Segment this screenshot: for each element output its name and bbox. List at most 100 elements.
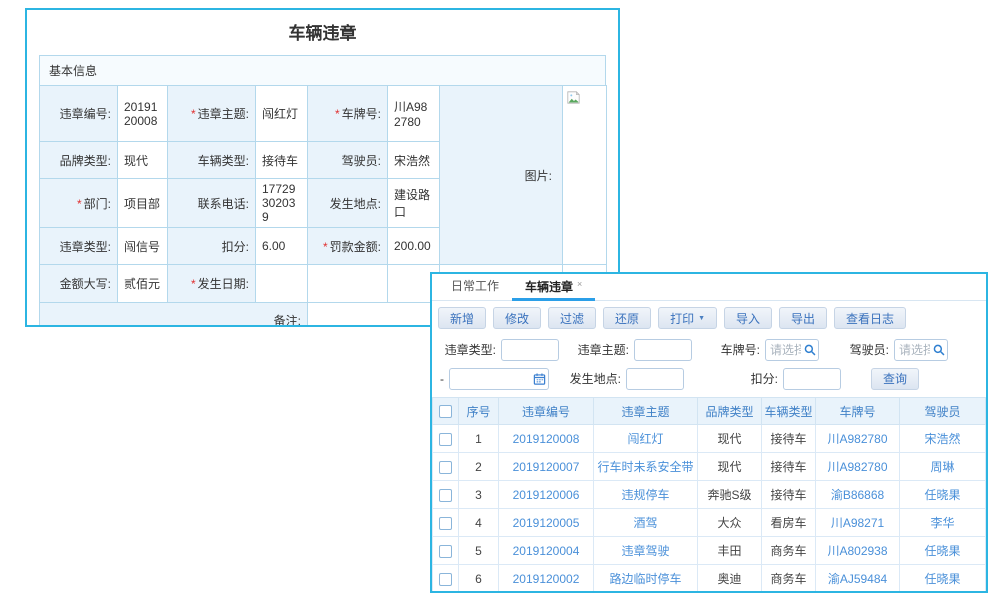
filter-label: 违章主题: — [573, 341, 629, 358]
field-value-text: 接待车 — [262, 154, 298, 168]
row-checkbox[interactable] — [439, 517, 452, 530]
field-value-text: 建设路口 — [394, 188, 430, 219]
search-icon[interactable] — [804, 344, 816, 356]
required-asterisk: * — [191, 277, 196, 291]
cell-subject[interactable]: 酒驾 — [594, 509, 698, 537]
add-button[interactable]: 新增 — [438, 307, 486, 329]
cell-driver[interactable]: 李华 — [900, 509, 986, 537]
filter-row-2: -发生地点:扣分:查询 — [436, 364, 982, 393]
cell-plate[interactable]: 渝AJ59484 — [816, 565, 900, 593]
cell-plate[interactable]: 川A98271 — [816, 509, 900, 537]
cell-vtype: 商务车 — [762, 537, 816, 565]
cell-vtype: 商务车 — [762, 565, 816, 593]
row-checkbox-cell — [433, 481, 459, 509]
header-checkbox-cell — [433, 398, 459, 425]
cell-driver[interactable]: 任晓果 — [900, 481, 986, 509]
import-button[interactable]: 导入 — [724, 307, 772, 329]
input-wrapper — [626, 368, 684, 390]
cell-brand: 大众 — [698, 509, 762, 537]
cell-code[interactable]: 2019120006 — [499, 481, 594, 509]
field-value: 接待车 — [256, 142, 308, 179]
filter-label: 车牌号: — [716, 341, 760, 358]
button-label: 查询 — [883, 370, 907, 387]
cell-subject[interactable]: 闯红灯 — [594, 425, 698, 453]
cell-plate[interactable]: 川A982780 — [816, 425, 900, 453]
row-checkbox[interactable] — [439, 433, 452, 446]
cell-no: 4 — [459, 509, 499, 537]
export-button[interactable]: 导出 — [779, 307, 827, 329]
filter-label: 违章类型: — [440, 341, 496, 358]
filter-row-1: 违章类型:违章主题:车牌号:驾驶员: — [436, 335, 982, 364]
cell-plate[interactable]: 川A982780 — [816, 453, 900, 481]
row-checkbox[interactable] — [439, 545, 452, 558]
row-checkbox[interactable] — [439, 461, 452, 474]
field-label-text: 联系电话: — [198, 197, 249, 211]
cell-subject[interactable]: 违规停车 — [594, 481, 698, 509]
cell-driver[interactable]: 任晓果 — [900, 565, 986, 593]
form-title: 车辆违章 — [27, 10, 618, 55]
table-row: 32019120006违规停车奔驰S级接待车渝B86868任晓果 — [433, 481, 986, 509]
cell-plate[interactable]: 渝B86868 — [816, 481, 900, 509]
select-all-checkbox[interactable] — [439, 405, 452, 418]
row-checkbox[interactable] — [439, 573, 452, 586]
field-label-text: 违章主题: — [198, 107, 249, 121]
column-header: 违章主题 — [594, 398, 698, 425]
tab-close-icon[interactable]: × — [577, 279, 582, 289]
filter-item: 违章主题: — [573, 339, 692, 361]
section-header-basic-info: 基本信息 — [39, 55, 606, 86]
required-asterisk: * — [191, 107, 196, 121]
cell-plate[interactable]: 川A802938 — [816, 537, 900, 565]
field-value — [256, 265, 308, 303]
query-button[interactable]: 查询 — [871, 368, 919, 390]
view-log-button[interactable]: 查看日志 — [834, 307, 906, 329]
tab-bar: 日常工作车辆违章× — [432, 274, 986, 301]
location-input[interactable] — [626, 368, 684, 390]
input-wrapper — [501, 339, 559, 361]
restore-button[interactable]: 还原 — [603, 307, 651, 329]
cell-no: 3 — [459, 481, 499, 509]
cell-driver[interactable]: 任晓果 — [900, 537, 986, 565]
field-label: 违章编号: — [40, 86, 118, 142]
field-value-text: 宋浩然 — [394, 154, 430, 168]
cell-code[interactable]: 2019120007 — [499, 453, 594, 481]
field-label-text: 违章编号: — [60, 107, 111, 121]
cell-subject[interactable]: 路边临时停车 — [594, 565, 698, 593]
cell-brand: 现代 — [698, 425, 762, 453]
tab-vehicle-violation[interactable]: 车辆违章× — [512, 273, 595, 301]
table-row: 12019120008闯红灯现代接待车川A982780宋浩然 — [433, 425, 986, 453]
violation-type-input[interactable] — [501, 339, 559, 361]
input-wrapper — [449, 368, 549, 390]
field-value-text: 200.00 — [394, 239, 431, 253]
row-checkbox-cell — [433, 565, 459, 593]
button-label: 还原 — [615, 310, 639, 327]
field-value: 闯信号 — [118, 228, 168, 265]
violation-subject-input[interactable] — [634, 339, 692, 361]
tab-daily-work[interactable]: 日常工作 — [438, 272, 512, 300]
search-icon[interactable] — [933, 344, 945, 356]
modify-button[interactable]: 修改 — [493, 307, 541, 329]
button-label: 导出 — [791, 310, 815, 327]
cell-subject[interactable]: 行车时未系安全带 — [594, 453, 698, 481]
filter-area: 违章类型:违章主题:车牌号:驾驶员: -发生地点:扣分:查询 — [432, 334, 986, 397]
cell-brand: 奔驰S级 — [698, 481, 762, 509]
required-asterisk: * — [323, 240, 328, 254]
cell-code[interactable]: 2019120008 — [499, 425, 594, 453]
field-label-text: 驾驶员: — [342, 154, 381, 168]
cell-driver[interactable]: 宋浩然 — [900, 425, 986, 453]
button-label: 查看日志 — [846, 310, 894, 327]
table-row: 62019120002路边临时停车奥迪商务车渝AJ59484任晓果 — [433, 565, 986, 593]
row-checkbox[interactable] — [439, 489, 452, 502]
field-value-text: 闯信号 — [124, 240, 160, 254]
points-input[interactable] — [783, 368, 841, 390]
cell-no: 1 — [459, 425, 499, 453]
button-label: 导入 — [736, 310, 760, 327]
calendar-icon[interactable] — [533, 372, 546, 385]
cell-code[interactable]: 2019120002 — [499, 565, 594, 593]
cell-subject[interactable]: 违章驾驶 — [594, 537, 698, 565]
cell-code[interactable]: 2019120004 — [499, 537, 594, 565]
cell-driver[interactable]: 周琳 — [900, 453, 986, 481]
cell-vtype: 看房车 — [762, 509, 816, 537]
cell-code[interactable]: 2019120005 — [499, 509, 594, 537]
filter-button[interactable]: 过滤 — [548, 307, 596, 329]
print-button[interactable]: 打印▼ — [658, 307, 717, 329]
